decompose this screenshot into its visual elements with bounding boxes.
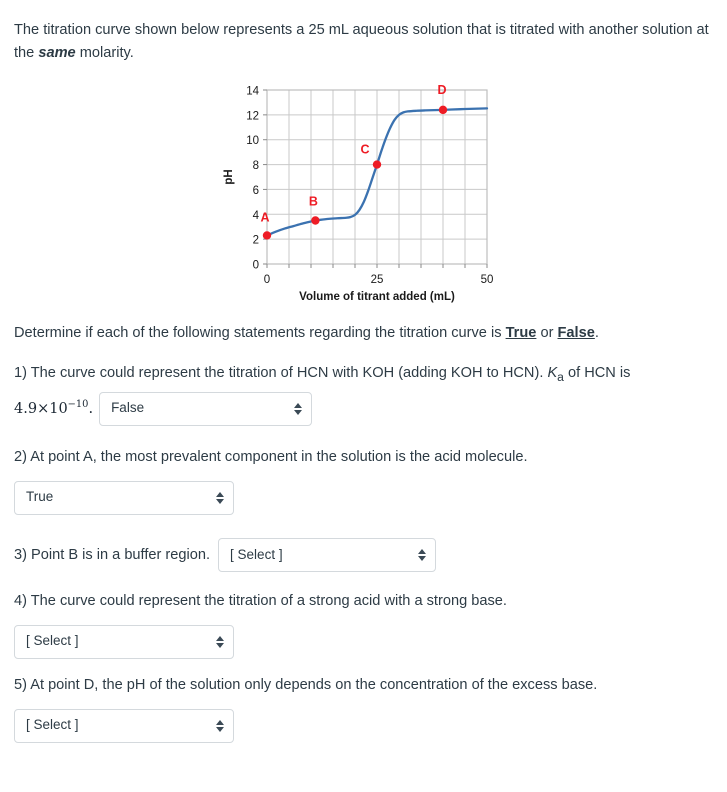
y-axis-tick-label: 12 (246, 110, 259, 122)
instruction-false-word: False (557, 325, 595, 341)
question-4-text: 4) The curve could represent the titrati… (14, 593, 507, 609)
x-axis-label: Volume of titrant added (mL) (299, 291, 455, 303)
question-4: 4) The curve could represent the titrati… (14, 590, 714, 659)
chevron-up-icon (216, 719, 224, 725)
chevron-down-icon (418, 556, 427, 561)
chevron-down-icon (216, 498, 224, 504)
chevron-up-icon (294, 402, 303, 408)
question-2: 2) At point A, the most prevalent compon… (14, 446, 714, 515)
question-5-text: 5) At point D, the pH of the solution on… (14, 677, 598, 693)
intro-paragraph: The titration curve shown below represen… (14, 19, 714, 64)
instruction-middle: or (536, 325, 558, 341)
question-5: 5) At point D, the pH of the solution on… (14, 674, 714, 743)
y-axis-tick-label: 8 (253, 160, 259, 172)
ka-base: 10 (49, 400, 68, 417)
question-2-text: 2) At point A, the most prevalent compon… (14, 449, 528, 465)
question-4-select-value: [ Select ] (26, 633, 79, 649)
y-axis-tick-label: 4 (253, 210, 260, 222)
instruction-true-word: True (505, 325, 537, 341)
data-point-label-D: D (437, 83, 446, 97)
instruction-prefix: Determine if each of the following state… (14, 325, 506, 341)
data-point-label-B: B (309, 195, 318, 209)
chevron-updown-icon[interactable] (418, 549, 427, 561)
question-3-row: 3) Point B is in a buffer region. [ Sele… (14, 538, 714, 572)
data-point-marker-A (262, 231, 272, 240)
y-axis-tick-label: 6 (253, 185, 259, 197)
chevron-down-icon (294, 409, 303, 415)
chevron-down-icon (216, 726, 224, 732)
chevron-updown-icon[interactable] (216, 491, 224, 504)
question-3: 3) Point B is in a buffer region. [ Sele… (14, 538, 714, 572)
ka-times-sign: × (37, 400, 50, 417)
y-axis-tick-label: 10 (246, 135, 259, 147)
question-3-select-value: [ Select ] (230, 546, 283, 562)
question-1-select-value: False (111, 400, 145, 416)
question-5-select[interactable]: [ Select ] (14, 708, 234, 743)
ka-period: . (88, 400, 94, 417)
data-point-label-A: A (260, 210, 269, 224)
chevron-up-icon (216, 491, 224, 497)
question-1-text-tail: of HCN is (563, 365, 631, 381)
chevron-updown-icon[interactable] (294, 402, 303, 415)
intro-text-part2: molarity. (75, 44, 134, 61)
titration-curve-chart: 0 2 4 6 8 10 12 14 0 25 50 Volume of titrant added … (218, 78, 518, 306)
chevron-up-icon (216, 635, 224, 641)
ka-symbol: K (547, 365, 558, 381)
question-1-text: 1) The curve could represent the titrati… (14, 362, 714, 387)
question-2-select-value: True (26, 489, 54, 505)
ka-mantissa: 4.9 (14, 400, 38, 417)
question-1-text-head: 1) The curve could represent the titrati… (14, 365, 548, 381)
titration-chart-svg: 0 2 4 6 8 10 12 14 0 25 50 Volume of titrant added … (223, 83, 494, 303)
data-point-marker-B (311, 216, 320, 225)
question-3-text: 3) Point B is in a buffer region. (14, 546, 211, 563)
y-axis-tick-label: 14 (246, 86, 259, 98)
ka-exponent: −10 (67, 399, 89, 411)
y-axis-tick-label: 2 (253, 235, 259, 247)
question-4-select[interactable]: [ Select ] (14, 624, 234, 659)
instruction-line: Determine if each of the following state… (14, 325, 599, 341)
x-axis-tick-label: 25 (371, 274, 384, 286)
instruction-suffix: . (594, 325, 599, 341)
y-axis-tick-label: 0 (253, 260, 259, 272)
chevron-updown-icon[interactable] (216, 719, 224, 732)
chevron-up-icon (418, 549, 427, 554)
question-1-answer-row: 4.9×10−10. False (14, 391, 714, 426)
ka-value-math: 4.9×10−10. (14, 397, 93, 420)
question-1: 1) The curve could represent the titrati… (14, 362, 714, 426)
x-axis-tick-label: 0 (264, 274, 270, 286)
data-point-marker-D (438, 105, 448, 115)
chevron-updown-icon[interactable] (216, 635, 224, 648)
data-point-marker-C (372, 160, 382, 169)
x-axis-tick-label: 50 (481, 274, 494, 286)
assessment-page: The titration curve shown below represen… (0, 0, 727, 792)
y-axis-label: pH (223, 169, 235, 184)
data-point-label-C: C (360, 143, 369, 157)
question-2-select[interactable]: True (14, 480, 234, 515)
chevron-down-icon (216, 642, 224, 648)
ka-subscript: a (557, 369, 564, 384)
question-1-select[interactable]: False (99, 391, 313, 426)
question-5-select-value: [ Select ] (26, 717, 79, 733)
question-3-select[interactable]: [ Select ] (218, 538, 437, 572)
intro-emphasis-same: same (38, 44, 76, 61)
